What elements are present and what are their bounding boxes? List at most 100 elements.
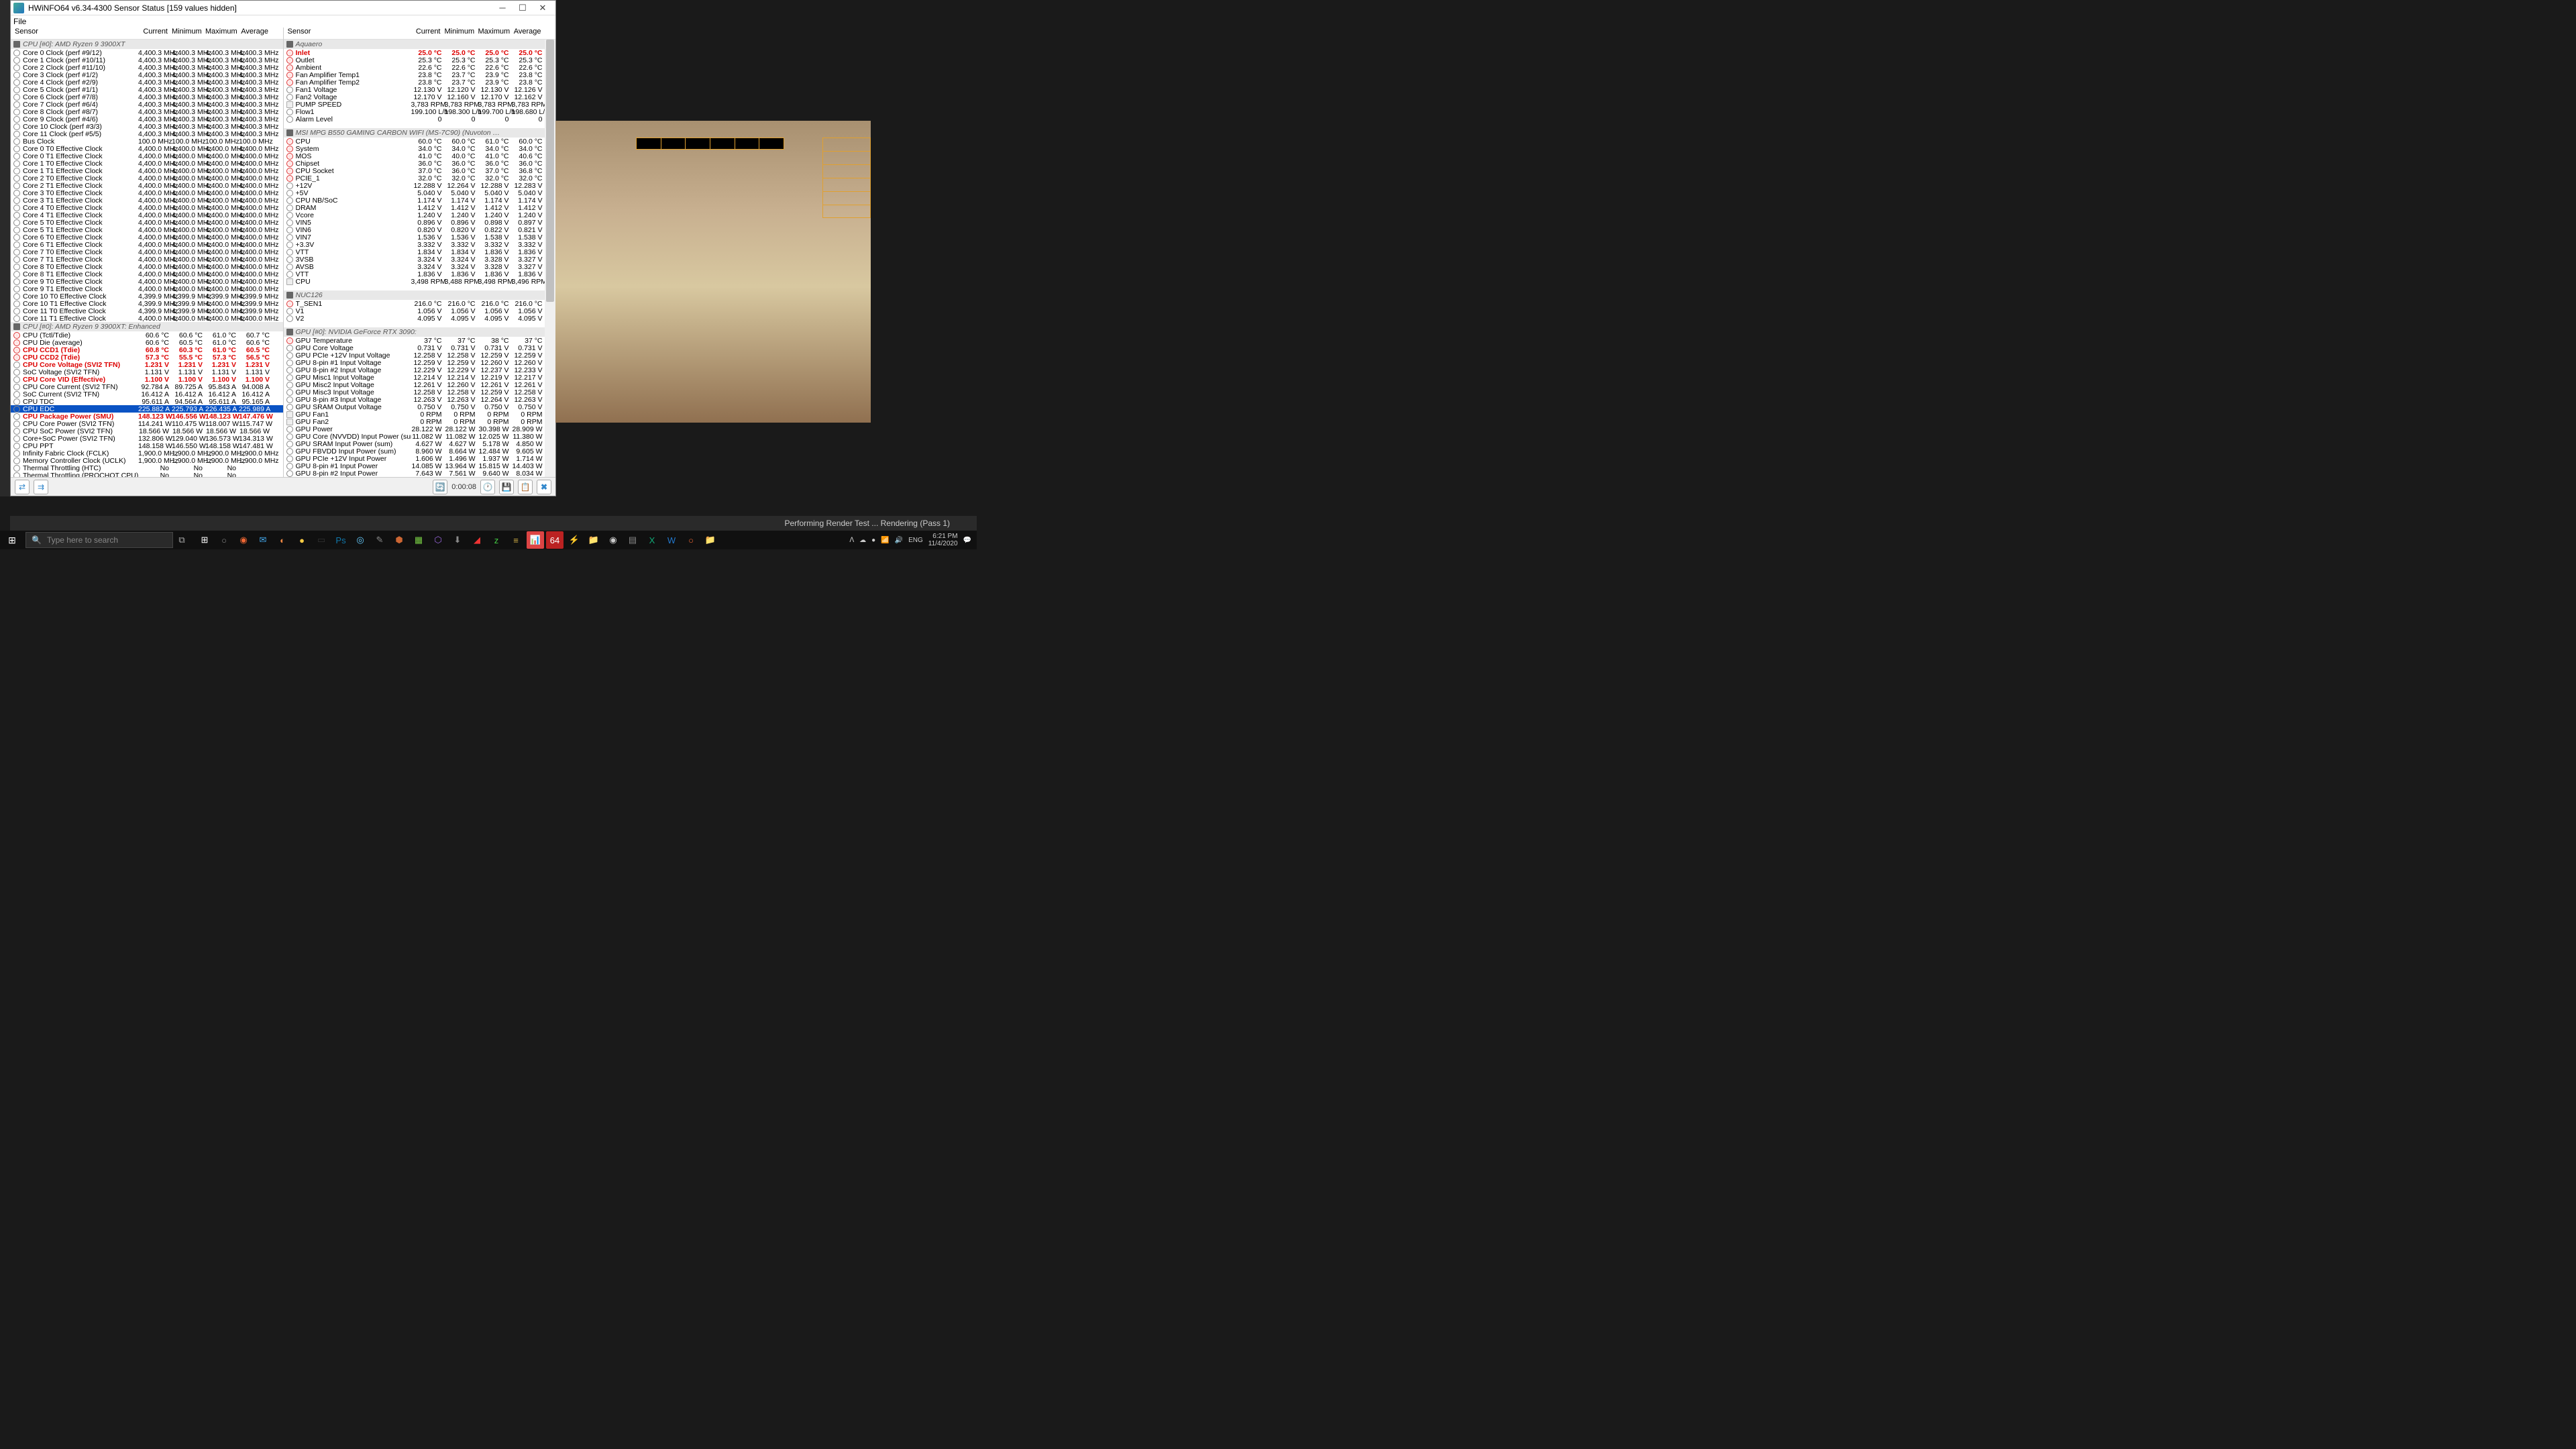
taskbar-app[interactable]: ○ (682, 531, 700, 549)
col-header[interactable]: Minimum (445, 28, 478, 39)
sensor-row[interactable]: GPU 8-pin #1 Input Voltage12.259 V12.259… (284, 359, 556, 366)
taskbar-app[interactable]: 64 (546, 531, 564, 549)
sensor-row[interactable]: 3VSB3.324 V3.324 V3.328 V3.327 V (284, 256, 556, 263)
sensor-row[interactable]: VIN60.820 V0.820 V0.822 V0.821 V (284, 226, 556, 233)
taskbar-app[interactable]: ≡ (507, 531, 525, 549)
col-header[interactable]: Average (239, 28, 272, 39)
clock-button[interactable]: 🕐 (480, 480, 495, 494)
sensor-group[interactable]: NUC126 (284, 290, 556, 300)
sensor-row[interactable]: Outlet25.3 °C25.3 °C25.3 °C25.3 °C (284, 56, 556, 64)
sensor-row[interactable]: Core 7 T0 Effective Clock4,400.0 MHz4,40… (11, 248, 283, 256)
sensor-row[interactable]: GPU Fan10 RPM0 RPM0 RPM0 RPM (284, 411, 556, 418)
sensor-row[interactable]: GPU SRAM Input Power (sum)4.627 W4.627 W… (284, 440, 556, 447)
expand-button[interactable]: ⇄ (15, 480, 30, 494)
sensor-row[interactable]: Core 0 T1 Effective Clock4,400.0 MHz4,40… (11, 152, 283, 160)
taskbar-app[interactable]: ▦ (410, 531, 427, 549)
file-menu[interactable]: File (13, 17, 26, 26)
sensor-group[interactable]: Aquaero (284, 40, 556, 49)
taskbar-app[interactable]: ⬡ (429, 531, 447, 549)
sensor-row[interactable]: Memory Controller Clock (UCLK)1,900.0 MH… (11, 457, 283, 464)
sensor-pane-right[interactable]: SensorCurrentMinimumMaximumAverageAquaer… (284, 28, 556, 477)
sensor-row[interactable]: Core 2 Clock (perf #11/10)4,400.3 MHz4,4… (11, 64, 283, 71)
taskbar-app[interactable]: 📁 (585, 531, 602, 549)
sensor-row[interactable]: Core 5 T0 Effective Clock4,400.0 MHz4,40… (11, 219, 283, 226)
sensor-group[interactable]: MSI MPG B550 GAMING CARBON WIFI (MS-7C90… (284, 128, 556, 138)
sensor-row[interactable]: CPU CCD1 (Tdie)60.8 °C60.3 °C61.0 °C60.5… (11, 346, 283, 354)
sensor-row[interactable]: Core 4 T0 Effective Clock4,400.0 MHz4,40… (11, 204, 283, 211)
sensor-row[interactable]: Core 9 Clock (perf #4/6)4,400.3 MHz4,400… (11, 115, 283, 123)
taskbar-app[interactable]: ◉ (235, 531, 252, 549)
sensor-row[interactable]: GPU Power28.122 W28.122 W30.398 W28.909 … (284, 425, 556, 433)
sensor-row[interactable]: GPU Misc2 Input Voltage12.261 V12.260 V1… (284, 381, 556, 388)
titlebar[interactable]: HWiNFO64 v6.34-4300 Sensor Status [159 v… (11, 1, 555, 15)
sensor-row[interactable]: GPU PCIe +12V Input Voltage12.258 V12.25… (284, 352, 556, 359)
sensor-row[interactable]: CPU60.0 °C60.0 °C61.0 °C60.0 °C (284, 138, 556, 145)
sensor-row[interactable]: MOS41.0 °C40.0 °C41.0 °C40.6 °C (284, 152, 556, 160)
sensor-row[interactable]: GPU Core Voltage0.731 V0.731 V0.731 V0.7… (284, 344, 556, 352)
taskbar-app[interactable]: ◢ (468, 531, 486, 549)
sensor-row[interactable]: Core 8 Clock (perf #8/7)4,400.3 MHz4,400… (11, 108, 283, 115)
taskbar-app[interactable]: 📁 (702, 531, 719, 549)
sensor-row[interactable]: CPU SoC Power (SVI2 TFN)18.566 W18.566 W… (11, 427, 283, 435)
sensor-row[interactable]: +3.3V3.332 V3.332 V3.332 V3.332 V (284, 241, 556, 248)
sensor-row[interactable]: CPU TDC95.611 A94.564 A95.611 A95.165 A (11, 398, 283, 405)
collapse-button[interactable]: ⇉ (34, 480, 48, 494)
sensor-row[interactable]: GPU Misc3 Input Voltage12.258 V12.258 V1… (284, 388, 556, 396)
sensor-row[interactable]: Fan1 Voltage12.130 V12.120 V12.130 V12.1… (284, 86, 556, 93)
sensor-row[interactable]: GPU Fan20 RPM0 RPM0 RPM0 RPM (284, 418, 556, 425)
col-header[interactable]: Current (138, 28, 172, 39)
tray-icon[interactable]: 📶 (881, 537, 889, 544)
sensor-row[interactable]: Core 1 Clock (perf #10/11)4,400.3 MHz4,4… (11, 56, 283, 64)
col-header[interactable]: Maximum (478, 28, 512, 39)
sensor-row[interactable]: Core 2 T0 Effective Clock4,400.0 MHz4,40… (11, 174, 283, 182)
sensor-row[interactable]: Core 7 T1 Effective Clock4,400.0 MHz4,40… (11, 256, 283, 263)
sensor-row[interactable]: GPU 8-pin #1 Input Power14.085 W13.964 W… (284, 462, 556, 470)
taskbar-app[interactable]: X (643, 531, 661, 549)
sensor-row[interactable]: Core 0 Clock (perf #9/12)4,400.3 MHz4,40… (11, 49, 283, 56)
taskbar-app[interactable]: ▭ (313, 531, 330, 549)
taskbar-app[interactable]: ⊞ (196, 531, 213, 549)
sensor-row[interactable]: GPU Core (NVVDD) Input Power (sum)11.082… (284, 433, 556, 440)
sensor-row[interactable]: VIN71.536 V1.536 V1.538 V1.538 V (284, 233, 556, 241)
sensor-row[interactable]: Core 10 T0 Effective Clock4,399.9 MHz4,3… (11, 292, 283, 300)
col-header[interactable]: Maximum (205, 28, 239, 39)
sensor-row[interactable]: CPU PPT148.158 W146.550 W148.158 W147.48… (11, 442, 283, 449)
sensor-row[interactable]: VIN50.896 V0.896 V0.898 V0.897 V (284, 219, 556, 226)
sensor-row[interactable]: Core 3 T1 Effective Clock4,400.0 MHz4,40… (11, 197, 283, 204)
sensor-row[interactable]: DRAM1.412 V1.412 V1.412 V1.412 V (284, 204, 556, 211)
sensor-row[interactable]: Core 7 Clock (perf #6/4)4,400.3 MHz4,400… (11, 101, 283, 108)
sensor-row[interactable]: GPU 8-pin #2 Input Voltage12.229 V12.229… (284, 366, 556, 374)
sensor-row[interactable]: CPU Core Power (SVI2 TFN)114.241 W110.47… (11, 420, 283, 427)
sensor-row[interactable]: GPU PCIe +12V Input Power1.606 W1.496 W1… (284, 455, 556, 462)
sensor-row[interactable]: CPU Package Power (SMU)148.123 W146.556 … (11, 413, 283, 420)
sensor-row[interactable]: Core+SoC Power (SVI2 TFN)132.806 W129.04… (11, 435, 283, 442)
sensor-row[interactable]: V11.056 V1.056 V1.056 V1.056 V (284, 307, 556, 315)
task-view-button[interactable]: ⧉ (173, 531, 191, 549)
sensor-row[interactable]: CPU Socket37.0 °C36.0 °C37.0 °C36.8 °C (284, 167, 556, 174)
sensor-pane-left[interactable]: SensorCurrentMinimumMaximumAverageCPU [#… (11, 28, 284, 477)
taskbar-app[interactable]: ⬢ (390, 531, 408, 549)
sensor-row[interactable]: +12V12.288 V12.264 V12.288 V12.283 V (284, 182, 556, 189)
sensor-row[interactable]: Core 6 T1 Effective Clock4,400.0 MHz4,40… (11, 241, 283, 248)
taskbar-app[interactable]: ● (293, 531, 311, 549)
col-header[interactable]: Current (411, 28, 445, 39)
sensor-row[interactable]: Core 4 T1 Effective Clock4,400.0 MHz4,40… (11, 211, 283, 219)
tray-icon[interactable]: 🔊 (895, 537, 903, 544)
start-button[interactable]: ⊞ (0, 531, 24, 549)
col-header[interactable]: Average (512, 28, 545, 39)
sensor-row[interactable]: GPU 8-pin #3 Input Voltage12.263 V12.263… (284, 396, 556, 403)
sensor-row[interactable]: Chipset36.0 °C36.0 °C36.0 °C36.0 °C (284, 160, 556, 167)
tray-icon[interactable]: ᐱ (849, 537, 854, 544)
sensor-row[interactable]: Core 8 T0 Effective Clock4,400.0 MHz4,40… (11, 263, 283, 270)
sensor-row[interactable]: VTT1.834 V1.834 V1.836 V1.836 V (284, 248, 556, 256)
sensor-row[interactable]: Fan2 Voltage12.170 V12.160 V12.170 V12.1… (284, 93, 556, 101)
tray-icon[interactable]: ● (871, 537, 875, 544)
log-button[interactable]: 📋 (518, 480, 533, 494)
sensor-row[interactable]: Alarm Level0000 (284, 115, 556, 123)
sensor-row[interactable]: Core 11 Clock (perf #5/5)4,400.3 MHz4,40… (11, 130, 283, 138)
scrollbar[interactable] (545, 40, 555, 477)
sensor-row[interactable]: PUMP SPEED3,783 RPM3,783 RPM3,783 RPM3,7… (284, 101, 556, 108)
sensor-row[interactable]: GPU Temperature37 °C37 °C38 °C37 °C (284, 337, 556, 344)
taskbar-app[interactable]: ✎ (371, 531, 388, 549)
sensor-row[interactable]: CPU CCD2 (Tdie)57.3 °C55.5 °C57.3 °C56.5… (11, 354, 283, 361)
